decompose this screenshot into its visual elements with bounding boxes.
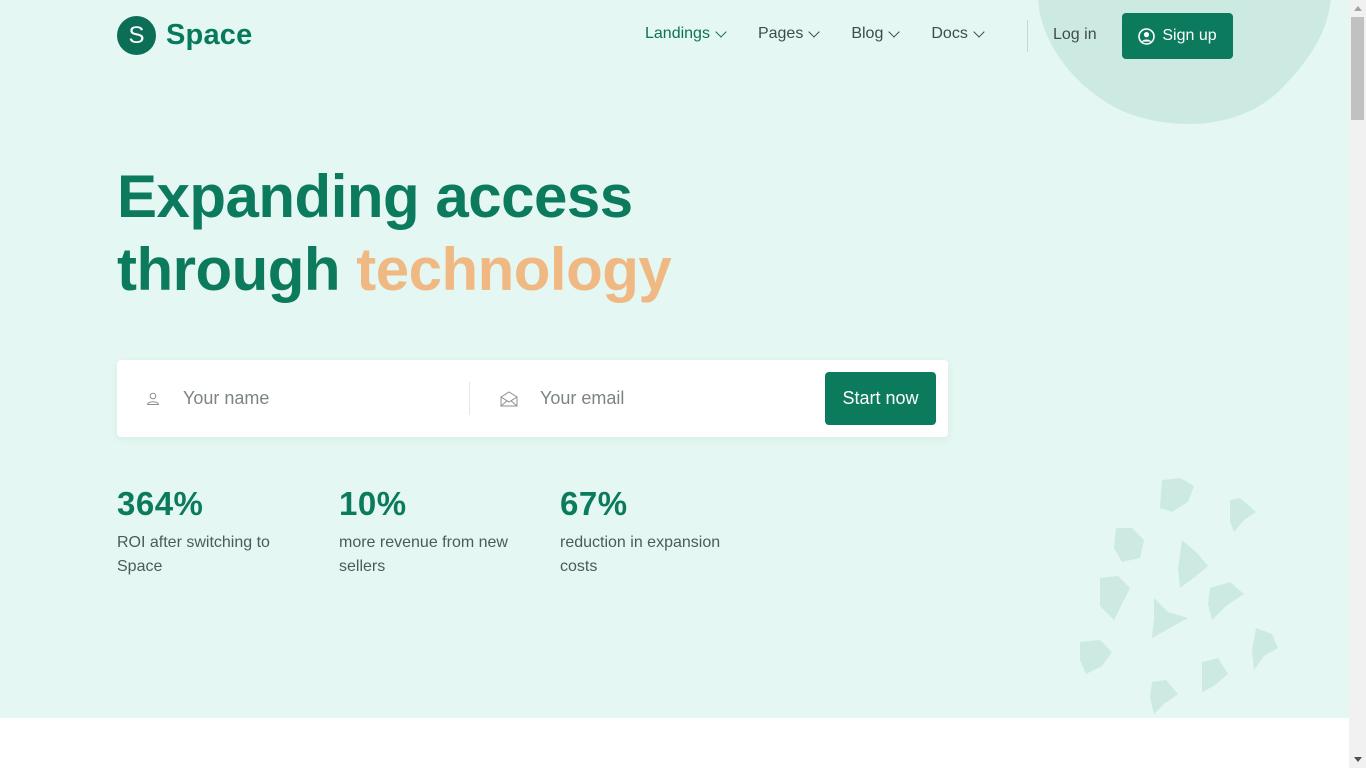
email-field-wrapper [500, 360, 820, 437]
logo-text: Space [166, 19, 253, 51]
nav-item-label: Pages [757, 25, 804, 42]
nav-divider [1027, 20, 1028, 52]
vertical-scrollbar[interactable] [1349, 0, 1366, 768]
hero-title: Expanding access through technology [117, 160, 672, 306]
scroll-down-arrow-icon[interactable] [1349, 751, 1366, 768]
nav-item-label: Landings [645, 25, 710, 42]
name-field-wrapper [145, 360, 465, 437]
hero-title-line2: through [117, 236, 341, 303]
nav-item-docs[interactable]: Docs [931, 25, 985, 43]
next-section [0, 718, 1349, 768]
user-circle-icon [1138, 27, 1156, 45]
page: S Space Landings Pages Blog Docs Log in … [0, 0, 1349, 768]
chevron-down-icon [973, 26, 985, 38]
nav-item-label: Docs [931, 25, 968, 42]
logo[interactable]: S Space [117, 16, 252, 55]
stat-revenue: 10% more revenue from new sellers [339, 485, 529, 579]
stat-label: more revenue from new sellers [339, 534, 508, 575]
hero-title-accent: technology [356, 236, 672, 303]
stat-value: 10% [339, 485, 407, 522]
chevron-down-icon [808, 26, 820, 38]
logo-mark: S [117, 16, 156, 55]
nav-item-landings[interactable]: Landings [645, 25, 727, 43]
chevron-down-icon [888, 26, 901, 38]
stat-costs: 67% reduction in expansion costs [560, 485, 750, 579]
chevron-down-icon [715, 26, 727, 38]
scroll-thumb[interactable] [1351, 17, 1364, 120]
nav-item-pages[interactable]: Pages [757, 25, 820, 43]
decorative-leaves [1080, 478, 1278, 714]
stat-value: 364% [117, 485, 204, 522]
stat-label: reduction in expansion costs [560, 534, 721, 575]
signup-label: Sign up [1162, 27, 1217, 44]
envelope-icon [500, 390, 518, 406]
start-now-button[interactable]: Start now [825, 372, 936, 425]
scroll-up-arrow-icon[interactable] [1349, 0, 1366, 17]
stat-roi: 364% ROI after switching to Space [117, 485, 307, 579]
stat-value: 67% [560, 485, 628, 522]
user-icon [146, 392, 160, 405]
email-input[interactable] [538, 387, 802, 410]
nav-item-label: Blog [851, 25, 884, 42]
stat-label: ROI after switching to Space [117, 534, 270, 575]
form-divider [469, 382, 470, 415]
signup-form: Start now [117, 360, 948, 437]
hero-title-line1: Expanding access [117, 163, 633, 230]
nav-item-blog[interactable]: Blog [851, 25, 901, 43]
main-nav: Landings Pages Blog Docs [645, 25, 1016, 43]
login-link[interactable]: Log in [1053, 26, 1097, 44]
name-input[interactable] [181, 387, 445, 410]
signup-button[interactable]: Sign up [1122, 13, 1233, 59]
